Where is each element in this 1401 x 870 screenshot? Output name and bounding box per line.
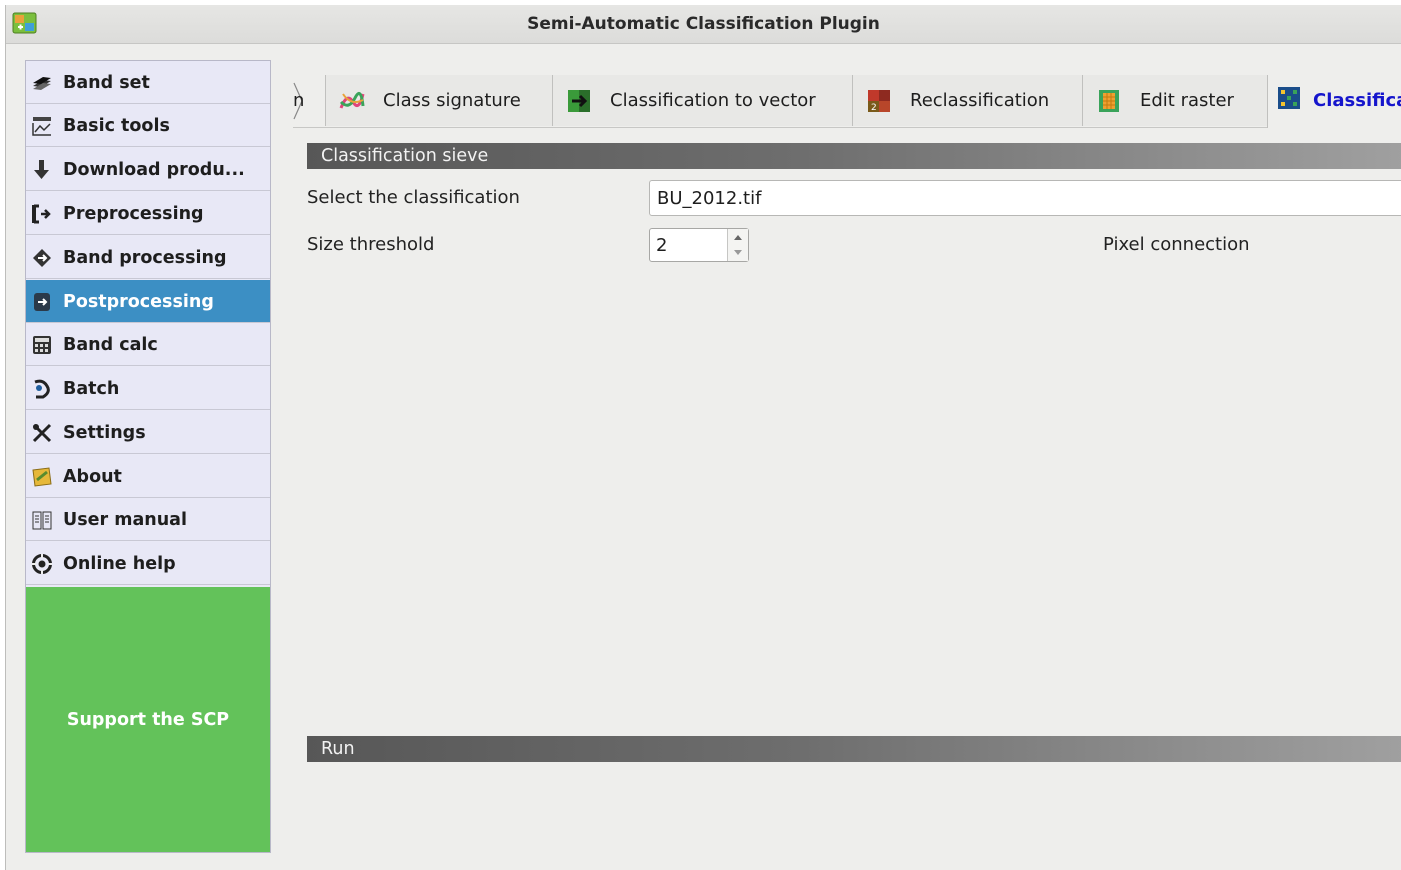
- band-set-icon: [33, 77, 51, 90]
- tab-label: Class signature: [383, 90, 521, 111]
- size-threshold-spinbox[interactable]: 2: [649, 228, 749, 262]
- about-icon: [32, 467, 52, 487]
- sidebar-item-label: Online help: [63, 554, 176, 574]
- help-icon: [32, 554, 52, 574]
- select-classification-label: Select the classification: [307, 187, 520, 208]
- sidebar-item-user-manual[interactable]: User manual: [26, 498, 270, 541]
- sidebar-item-batch[interactable]: Batch: [26, 367, 270, 410]
- size-threshold-label: Size threshold: [307, 234, 435, 255]
- spin-down-button[interactable]: [728, 245, 748, 261]
- tab-class-signature[interactable]: Class signature: [325, 75, 553, 126]
- settings-icon: [32, 423, 52, 443]
- chevron-down-icon: [734, 250, 742, 255]
- support-scp-button[interactable]: Support the SCP: [26, 587, 270, 852]
- spin-buttons: [727, 229, 748, 261]
- sidebar-item-label: User manual: [63, 510, 187, 530]
- calculator-icon: [33, 336, 51, 354]
- sidebar-item-about[interactable]: About: [26, 455, 270, 498]
- classification-select-value: BU_2012.tif: [657, 188, 762, 209]
- sidebar-item-label: Band set: [63, 73, 150, 93]
- svg-text:2: 2: [871, 103, 877, 113]
- classification-sieve-icon: [1278, 87, 1300, 109]
- spin-up-button[interactable]: [728, 229, 748, 245]
- run-header: Run: [307, 736, 1401, 762]
- sidebar-item-band-calc[interactable]: Band calc: [26, 323, 270, 366]
- title-bar: Semi-Automatic Classification Plugin: [6, 5, 1401, 44]
- manual-icon: [32, 511, 52, 530]
- classification-select[interactable]: BU_2012.tif: [649, 180, 1401, 216]
- band-processing-icon: [33, 249, 51, 267]
- tab-label: Classification to vector: [610, 90, 816, 111]
- basic-tools-icon: [32, 117, 51, 136]
- sidebar-item-label: Download produ...: [63, 160, 245, 180]
- sidebar-item-label: Preprocessing: [63, 204, 204, 224]
- batch-icon: [34, 379, 50, 399]
- sidebar-item-settings[interactable]: Settings: [26, 411, 270, 454]
- edit-raster-icon: [1099, 90, 1119, 112]
- sidebar-item-label: Postprocessing: [63, 292, 214, 312]
- sidebar-item-download[interactable]: Download produ...: [26, 148, 270, 191]
- tab-label: Edit raster: [1140, 90, 1234, 111]
- sidebar-nav: Band set Basic tools Download produ... P…: [25, 60, 271, 853]
- class-signature-icon: [339, 92, 365, 109]
- tab-label: Classifica: [1313, 90, 1401, 111]
- sidebar-item-band-set[interactable]: Band set: [26, 61, 270, 104]
- tab-edit-raster[interactable]: Edit raster: [1082, 75, 1268, 126]
- pixel-connection-label: Pixel connection: [1103, 234, 1250, 255]
- tab-reclassification[interactable]: 2 Reclassification: [852, 75, 1083, 126]
- plugin-window: Semi-Automatic Classification Plugin Ban…: [5, 5, 1401, 870]
- sidebar-item-preprocessing[interactable]: Preprocessing: [26, 192, 270, 235]
- postprocessing-icon: [34, 293, 50, 311]
- tab-label: Reclassification: [910, 90, 1050, 111]
- tab-classification-sieve[interactable]: Classifica: [1267, 75, 1401, 128]
- sidebar-item-label: Band calc: [63, 335, 158, 355]
- sidebar-item-label: About: [63, 467, 122, 487]
- preprocessing-icon: [32, 204, 51, 224]
- tool-tab-bar: n Class signature Classification to vect…: [293, 75, 1401, 128]
- classification-to-vector-icon: [568, 90, 590, 112]
- sidebar-item-label: Batch: [63, 379, 120, 399]
- reclassification-icon: 2: [868, 90, 890, 113]
- chevron-up-icon: [734, 235, 742, 240]
- sidebar-item-label: Band processing: [63, 248, 227, 268]
- download-icon: [34, 160, 49, 179]
- sidebar-item-label: Basic tools: [63, 116, 170, 136]
- sidebar-item-postprocessing[interactable]: Postprocessing: [26, 280, 270, 323]
- tab-partial-label: n: [293, 90, 305, 111]
- sidebar-item-label: Settings: [63, 423, 146, 443]
- window-title: Semi-Automatic Classification Plugin: [527, 14, 880, 34]
- sidebar-item-online-help[interactable]: Online help: [26, 542, 270, 585]
- tab-scroll-left[interactable]: n: [293, 75, 323, 126]
- size-threshold-value: 2: [656, 235, 668, 256]
- sidebar-item-band-processing[interactable]: Band processing: [26, 236, 270, 279]
- classification-sieve-header: Classification sieve: [307, 143, 1401, 169]
- tab-classification-to-vector[interactable]: Classification to vector: [552, 75, 853, 126]
- sidebar-item-basic-tools[interactable]: Basic tools: [26, 104, 270, 147]
